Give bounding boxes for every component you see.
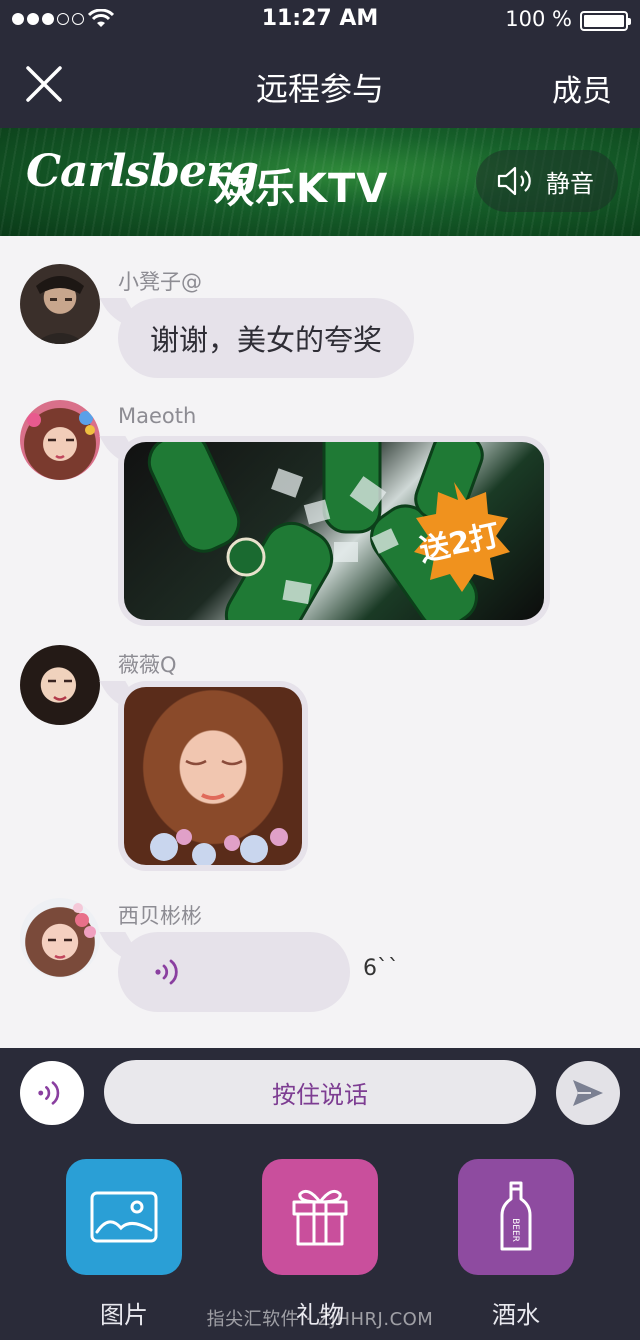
user-name: 薇薇Q bbox=[118, 653, 177, 677]
avatar[interactable] bbox=[20, 400, 100, 480]
user-name: 西贝彬彬 bbox=[118, 904, 202, 928]
send-icon bbox=[573, 1080, 603, 1106]
avatar[interactable] bbox=[20, 264, 100, 344]
brand-subtitle: 欢乐KTV bbox=[214, 166, 389, 212]
hold-to-talk-button[interactable]: 按住说话 bbox=[104, 1060, 536, 1124]
avatar[interactable] bbox=[20, 898, 100, 978]
user-name: 小凳子@ bbox=[118, 270, 202, 294]
bottle-label: BEER bbox=[510, 1218, 520, 1242]
voice-duration: 6`` bbox=[363, 956, 399, 981]
status-bar: 11:27 AM 100 % bbox=[0, 0, 640, 40]
chat-message: Maeoth 送2打 bbox=[0, 400, 640, 630]
voice-toggle-button[interactable] bbox=[20, 1061, 84, 1125]
mute-label: 静音 bbox=[546, 169, 594, 198]
voice-message-bubble[interactable] bbox=[118, 932, 350, 1012]
portrait-photo[interactable] bbox=[124, 687, 302, 865]
input-bar: 按住说话 bbox=[0, 1048, 640, 1140]
chat-message: 小凳子@ 谢谢，美女的夸奖 bbox=[0, 262, 640, 382]
image-bubble[interactable] bbox=[118, 681, 308, 871]
chat-message: 薇薇Q bbox=[0, 645, 640, 875]
gift-icon bbox=[292, 1189, 348, 1246]
beer-bottle-icon: BEER bbox=[500, 1181, 532, 1251]
page-title: 远程参与 bbox=[255, 70, 384, 108]
voice-wave-icon bbox=[155, 959, 178, 985]
drinks-tile[interactable]: BEER bbox=[458, 1159, 574, 1275]
watermark: 指尖汇软件 · ZJHHRJ.COM bbox=[206, 1309, 434, 1330]
top-bar: 11:27 AM 100 % 远程参与 成员 bbox=[0, 0, 640, 128]
image-bubble[interactable]: 送2打 bbox=[118, 436, 550, 626]
beer-promo-image[interactable]: 送2打 bbox=[124, 442, 544, 620]
gift-tile[interactable] bbox=[262, 1159, 378, 1275]
chat-message: 西贝彬彬 6`` bbox=[0, 896, 640, 1016]
message-text: 谢谢，美女的夸奖 bbox=[150, 323, 383, 357]
picture-tile[interactable] bbox=[66, 1159, 182, 1275]
picture-icon bbox=[90, 1191, 158, 1243]
battery-percent: 100 % bbox=[505, 7, 572, 31]
battery-icon bbox=[580, 11, 631, 31]
mute-button[interactable]: 静音 bbox=[476, 150, 618, 212]
avatar[interactable] bbox=[20, 645, 100, 725]
user-name: Maeoth bbox=[118, 404, 197, 428]
speaker-icon bbox=[497, 166, 531, 196]
voice-wave-icon bbox=[38, 1081, 60, 1105]
ad-banner[interactable]: Carlsberg 欢乐KTV 静音 bbox=[0, 128, 640, 236]
message-bubble[interactable]: 谢谢，美女的夸奖 bbox=[118, 298, 415, 378]
members-button[interactable]: 成员 bbox=[552, 66, 612, 110]
send-button[interactable] bbox=[556, 1061, 620, 1125]
bottom-toolbar: 图片 礼物 BEER 酒水 指尖汇软件 · ZJHHRJ.COM bbox=[0, 1140, 640, 1340]
